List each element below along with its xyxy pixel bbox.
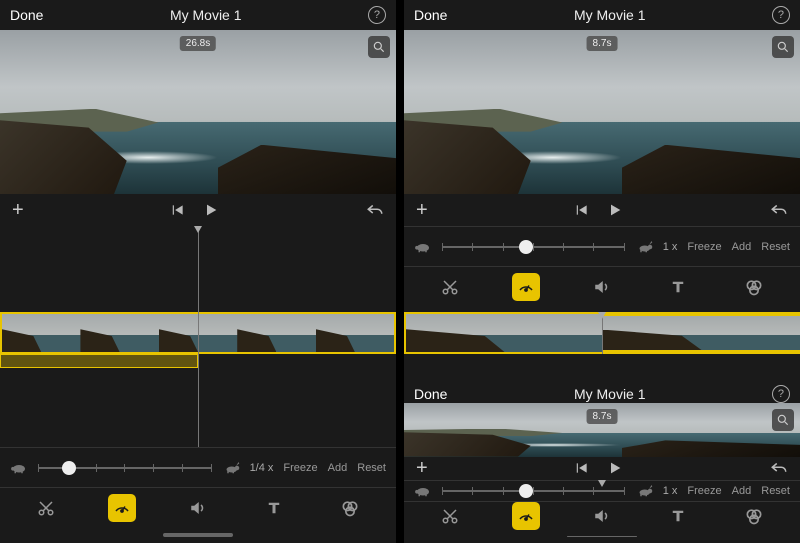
freeze-button[interactable]: Freeze bbox=[283, 462, 317, 474]
volume-tool[interactable] bbox=[588, 273, 616, 301]
playhead[interactable] bbox=[198, 226, 199, 447]
screenshot-3: Done My Movie 1 ? 8.7s + bbox=[404, 385, 800, 543]
zoom-button[interactable] bbox=[772, 409, 794, 431]
speed-slider[interactable] bbox=[442, 237, 625, 257]
home-indicator bbox=[567, 536, 637, 537]
time-badge: 8.7s bbox=[587, 36, 618, 51]
done-button[interactable]: Done bbox=[414, 7, 447, 23]
done-button[interactable]: Done bbox=[10, 7, 43, 23]
video-preview: 26.8s bbox=[0, 30, 396, 194]
video-preview: 8.7s bbox=[404, 30, 800, 194]
prev-button[interactable] bbox=[575, 461, 589, 475]
project-title: My Movie 1 bbox=[574, 7, 646, 23]
project-title: My Movie 1 bbox=[574, 386, 646, 402]
turtle-icon bbox=[414, 241, 432, 253]
cut-tool[interactable] bbox=[32, 494, 60, 522]
timeline[interactable]: 1 x Freeze Add Reset bbox=[404, 226, 800, 385]
speed-tool[interactable] bbox=[512, 273, 540, 301]
turtle-icon bbox=[414, 485, 432, 497]
text-tool[interactable] bbox=[260, 494, 288, 522]
filters-tool[interactable] bbox=[740, 273, 768, 301]
undo-button[interactable] bbox=[770, 461, 788, 475]
text-tool[interactable] bbox=[664, 273, 692, 301]
done-button[interactable]: Done bbox=[414, 386, 447, 402]
add-speed-button[interactable]: Add bbox=[328, 462, 348, 474]
rabbit-icon bbox=[222, 462, 240, 474]
playhead[interactable] bbox=[602, 312, 603, 354]
time-badge: 8.7s bbox=[587, 409, 618, 424]
speed-tool[interactable] bbox=[108, 494, 136, 522]
freeze-button[interactable]: Freeze bbox=[687, 241, 721, 253]
rabbit-icon bbox=[635, 485, 653, 497]
help-button[interactable]: ? bbox=[772, 6, 790, 24]
undo-button[interactable] bbox=[366, 203, 384, 217]
filters-tool[interactable] bbox=[740, 502, 768, 530]
add-speed-button[interactable]: Add bbox=[732, 241, 752, 253]
help-button[interactable]: ? bbox=[772, 385, 790, 403]
undo-button[interactable] bbox=[770, 203, 788, 217]
speed-value: 1 x bbox=[663, 485, 678, 497]
add-speed-button[interactable]: Add bbox=[732, 485, 752, 497]
play-button[interactable] bbox=[607, 202, 623, 218]
add-media-button[interactable]: + bbox=[416, 199, 428, 222]
screenshot-2: Done My Movie 1 ? 8.7s + bbox=[404, 0, 800, 543]
speed-knob[interactable] bbox=[62, 461, 76, 475]
playback-bar: + bbox=[0, 194, 396, 226]
speed-slider[interactable] bbox=[38, 458, 212, 478]
home-indicator bbox=[163, 533, 233, 537]
speed-range-strip[interactable] bbox=[0, 354, 198, 368]
speed-tool[interactable] bbox=[512, 502, 540, 530]
time-badge: 26.8s bbox=[180, 36, 216, 51]
speed-slider[interactable] bbox=[442, 481, 625, 501]
project-title: My Movie 1 bbox=[170, 7, 242, 23]
header: Done My Movie 1 ? bbox=[0, 0, 396, 30]
reset-speed-button[interactable]: Reset bbox=[761, 241, 790, 253]
zoom-button[interactable] bbox=[772, 36, 794, 58]
speed-bar: 1/4 x Freeze Add Reset bbox=[0, 447, 396, 487]
filters-tool[interactable] bbox=[336, 494, 364, 522]
tool-row bbox=[0, 487, 396, 527]
cut-tool[interactable] bbox=[436, 273, 464, 301]
reset-speed-button[interactable]: Reset bbox=[761, 485, 790, 497]
speed-knob[interactable] bbox=[519, 484, 533, 498]
screenshot-1: Done My Movie 1 ? 26.8s + bbox=[0, 0, 396, 543]
speed-value: 1 x bbox=[663, 241, 678, 253]
prev-button[interactable] bbox=[575, 203, 589, 217]
speed-value: 1/4 x bbox=[250, 462, 274, 474]
reset-speed-button[interactable]: Reset bbox=[357, 462, 386, 474]
text-tool[interactable] bbox=[664, 502, 692, 530]
video-preview: 8.7s bbox=[404, 403, 800, 457]
turtle-icon bbox=[10, 462, 28, 474]
add-media-button[interactable]: + bbox=[416, 457, 428, 480]
speed-knob[interactable] bbox=[519, 240, 533, 254]
zoom-button[interactable] bbox=[368, 36, 390, 58]
add-media-button[interactable]: + bbox=[12, 199, 24, 222]
play-button[interactable] bbox=[203, 202, 219, 218]
freeze-button[interactable]: Freeze bbox=[687, 485, 721, 497]
help-button[interactable]: ? bbox=[368, 6, 386, 24]
cut-tool[interactable] bbox=[436, 502, 464, 530]
timeline[interactable] bbox=[0, 226, 396, 447]
play-button[interactable] bbox=[607, 460, 623, 476]
volume-tool[interactable] bbox=[588, 502, 616, 530]
prev-button[interactable] bbox=[171, 203, 185, 217]
volume-tool[interactable] bbox=[184, 494, 212, 522]
rabbit-icon bbox=[635, 241, 653, 253]
